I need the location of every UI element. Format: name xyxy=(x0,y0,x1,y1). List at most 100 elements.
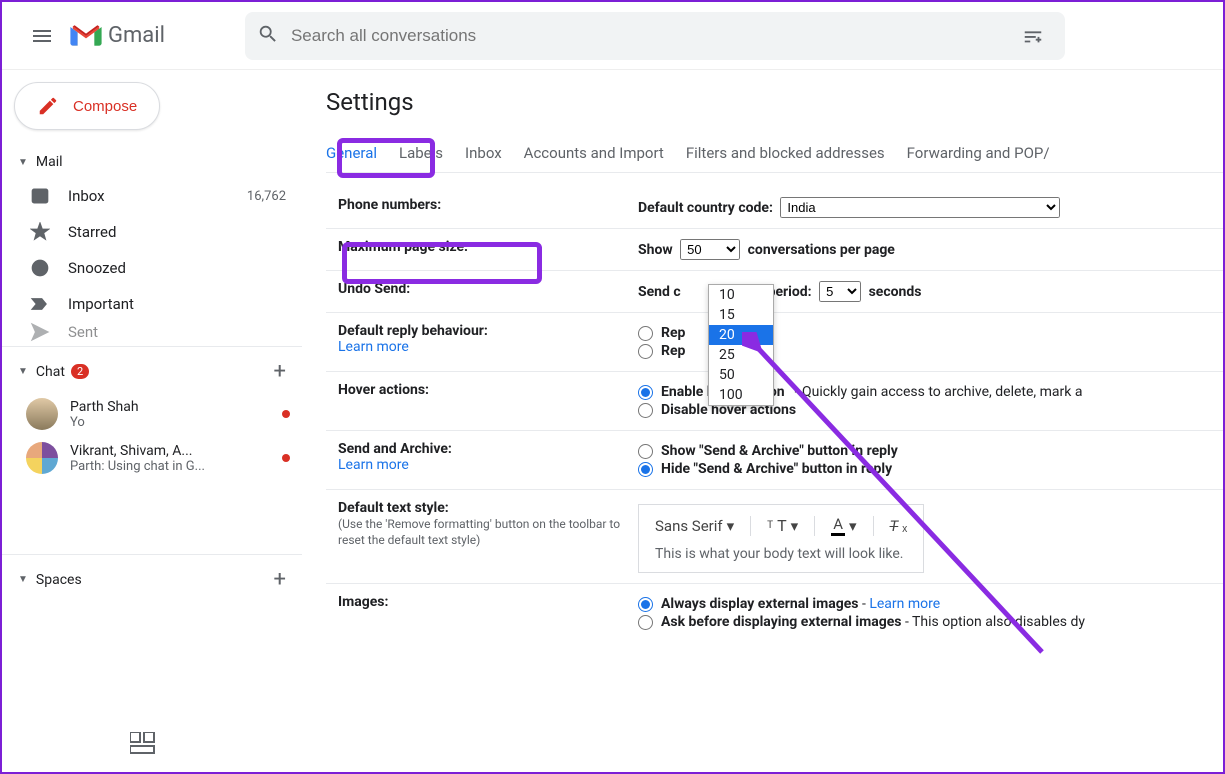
page-title: Settings xyxy=(326,88,1223,116)
divider xyxy=(2,346,302,347)
mail-section-toggle[interactable]: ▼ Mail xyxy=(2,146,302,178)
tab-filters[interactable]: Filters and blocked addresses xyxy=(686,134,885,172)
country-code-label: Default country code: xyxy=(638,200,773,216)
archive-hide[interactable] xyxy=(638,462,653,477)
layout-toggle-icon[interactable] xyxy=(130,732,158,758)
per-page-label: conversations per page xyxy=(748,242,895,258)
dropdown-option-selected[interactable]: 20 xyxy=(709,325,773,345)
country-code-select[interactable]: India xyxy=(780,197,1060,218)
chevron-down-icon: ▾ xyxy=(849,517,857,535)
cancel-period-pre: Send c xyxy=(638,284,681,300)
row-label: Default reply behaviour: xyxy=(338,323,488,339)
unread-dot xyxy=(282,410,290,418)
reply-option-1[interactable] xyxy=(638,326,653,341)
chevron-down-icon: ▼ xyxy=(18,366,28,377)
undo-seconds-select[interactable]: 5 xyxy=(819,281,861,302)
hover-disable[interactable] xyxy=(638,403,653,418)
gmail-logo[interactable]: Gmail xyxy=(70,23,165,48)
pencil-icon xyxy=(37,95,59,117)
main-menu-button[interactable] xyxy=(18,12,66,60)
page-size-dropdown-menu[interactable]: 10 15 20 25 50 100 xyxy=(708,284,774,406)
chevron-down-icon: ▾ xyxy=(727,517,735,535)
row-label: Send and Archive: xyxy=(338,441,452,457)
row-hover-actions: Hover actions: Enable hover action- Quic… xyxy=(326,372,1223,431)
row-phone-numbers: Phone numbers: Default country code: Ind… xyxy=(326,187,1223,229)
nav-starred[interactable]: Starred xyxy=(2,214,302,250)
gmail-icon xyxy=(70,24,102,48)
search-options-button[interactable] xyxy=(1013,25,1053,47)
dropdown-option[interactable]: 10 xyxy=(709,285,773,305)
nav-inbox[interactable]: Inbox 16,762 xyxy=(2,178,302,214)
images-ask[interactable] xyxy=(638,615,653,630)
sample-text: This is what your body text will look li… xyxy=(655,546,907,562)
nav-snoozed[interactable]: Snoozed xyxy=(2,250,302,286)
chat-preview: Parth: Using chat in G... xyxy=(70,459,270,474)
settings-tabs: General Labels Inbox Accounts and Import… xyxy=(326,134,1223,173)
row-text-style: Default text style: (Use the 'Remove for… xyxy=(326,490,1223,584)
new-space-button[interactable]: + xyxy=(274,567,286,592)
font-size-dropdown[interactable]: TT ▾ xyxy=(767,516,798,535)
compose-label: Compose xyxy=(73,98,137,115)
annotation-highlight-page-size xyxy=(342,242,542,284)
app-header: Gmail xyxy=(2,2,1223,70)
annotation-highlight-general-tab xyxy=(337,138,435,178)
row-label: Hover actions: xyxy=(338,382,429,398)
hover-enable[interactable] xyxy=(638,385,653,400)
reply-option-2[interactable] xyxy=(638,344,653,359)
font-name: Sans Serif xyxy=(655,517,723,535)
text-color-dropdown[interactable]: A ▾ xyxy=(831,515,856,536)
learn-more-link[interactable]: Learn more xyxy=(338,339,409,355)
search-icon xyxy=(257,23,279,49)
nav-important[interactable]: Important xyxy=(2,286,302,322)
dropdown-option[interactable]: 15 xyxy=(709,305,773,325)
avatar xyxy=(26,442,58,474)
images-ask-label: Ask before displaying external images xyxy=(661,614,901,630)
text-style-preview: Sans Serif ▾ TT ▾ A ▾ Tₓ This is what yo… xyxy=(638,504,924,573)
chat-badge: 2 xyxy=(71,364,89,379)
chevron-down-icon: ▼ xyxy=(18,157,28,168)
mail-section-label: Mail xyxy=(36,154,63,170)
dropdown-option[interactable]: 100 xyxy=(709,385,773,405)
search-bar[interactable] xyxy=(245,12,1065,60)
avatar xyxy=(26,398,58,430)
row-label: Images: xyxy=(338,594,388,610)
remove-formatting-button[interactable]: Tₓ xyxy=(890,517,908,535)
chevron-down-icon: ▼ xyxy=(18,574,28,585)
tab-accounts[interactable]: Accounts and Import xyxy=(524,134,664,172)
chat-item[interactable]: Vikrant, Shivam, A... Parth: Using chat … xyxy=(2,436,302,480)
brand-text: Gmail xyxy=(108,23,165,48)
nav-sent[interactable]: Sent xyxy=(2,322,302,342)
main-content: Settings General Labels Inbox Accounts a… xyxy=(302,70,1223,772)
seconds-label: seconds xyxy=(869,284,922,300)
new-chat-button[interactable]: + xyxy=(274,359,286,384)
archive-hide-label: Hide "Send & Archive" button in reply xyxy=(661,461,892,477)
row-default-reply: Default reply behaviour: Learn more Rep … xyxy=(326,313,1223,372)
tab-inbox[interactable]: Inbox xyxy=(465,134,502,172)
chat-item[interactable]: Parth Shah Yo xyxy=(2,392,302,436)
images-always-label: Always display external images xyxy=(661,596,858,612)
row-label: Default text style: xyxy=(338,500,449,516)
sidebar: Compose ▼ Mail Inbox 16,762 Starred Snoo… xyxy=(2,70,302,772)
chat-name: Vikrant, Shivam, A... xyxy=(70,443,270,459)
font-family-dropdown[interactable]: Sans Serif ▾ xyxy=(655,517,734,535)
page-size-select[interactable]: 50 xyxy=(680,239,740,260)
chat-name: Parth Shah xyxy=(70,399,270,415)
compose-button[interactable]: Compose xyxy=(14,82,160,130)
archive-show[interactable] xyxy=(638,444,653,459)
divider xyxy=(2,554,302,555)
dropdown-option[interactable]: 25 xyxy=(709,345,773,365)
learn-more-link[interactable]: Learn more xyxy=(338,457,409,473)
nav-label: Starred xyxy=(68,223,116,241)
tab-forwarding[interactable]: Forwarding and POP/ xyxy=(907,134,1050,172)
learn-more-link[interactable]: Learn more xyxy=(869,596,940,612)
spaces-section-toggle[interactable]: ▼ Spaces + xyxy=(2,559,302,600)
search-input[interactable] xyxy=(279,26,1013,46)
images-always[interactable] xyxy=(638,597,653,612)
images-ask-desc: - This option also disables dy xyxy=(905,614,1085,630)
chat-section-toggle[interactable]: ▼ Chat 2 + xyxy=(2,351,302,392)
chat-section-label: Chat xyxy=(36,364,65,380)
nav-label: Inbox xyxy=(68,187,105,205)
dropdown-option[interactable]: 50 xyxy=(709,365,773,385)
show-label: Show xyxy=(638,242,673,258)
unread-dot xyxy=(282,454,290,462)
